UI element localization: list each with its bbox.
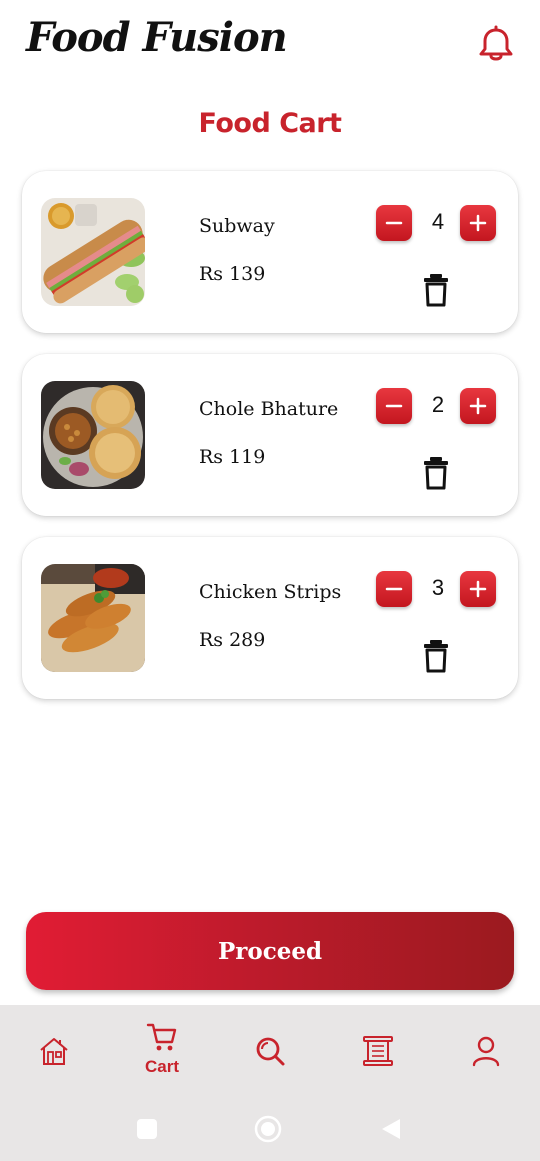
- profile-icon: [472, 1036, 500, 1067]
- nav-home[interactable]: [19, 1005, 89, 1100]
- item-name: Subway: [199, 215, 275, 237]
- item-name: Chole Bhature: [199, 398, 339, 420]
- item-name: Chicken Strips: [199, 581, 342, 603]
- item-quantity: 3: [431, 575, 445, 600]
- page-title: Food Cart: [198, 108, 342, 139]
- back-icon[interactable]: [380, 1117, 402, 1141]
- scroll-icon: [363, 1036, 393, 1066]
- search-icon: [256, 1037, 285, 1066]
- decrease-quantity-button[interactable]: [376, 571, 412, 607]
- nav-cart[interactable]: Cart: [127, 1005, 197, 1100]
- item-price: Rs 289: [199, 629, 266, 651]
- nav-profile[interactable]: [451, 1005, 521, 1100]
- increase-quantity-button[interactable]: [460, 205, 496, 241]
- increase-quantity-button[interactable]: [460, 571, 496, 607]
- trash-icon[interactable]: [422, 456, 450, 490]
- home-circle-icon[interactable]: [254, 1115, 282, 1143]
- cart-item-card: Subway Rs 139 4: [22, 171, 518, 333]
- cart-icon: [146, 1023, 177, 1051]
- app-title: Food Fusion: [26, 14, 288, 61]
- app-header: Food Fusion: [0, 0, 540, 90]
- trash-icon[interactable]: [422, 273, 450, 307]
- bell-icon[interactable]: [476, 24, 516, 64]
- recents-icon[interactable]: [136, 1118, 158, 1140]
- decrease-quantity-button[interactable]: [376, 205, 412, 241]
- system-navigation-bar: [0, 1100, 540, 1161]
- subway-sandwich-image: [41, 198, 145, 306]
- decrease-quantity-button[interactable]: [376, 388, 412, 424]
- nav-cart-label: Cart: [144, 1057, 179, 1076]
- nav-search[interactable]: [235, 1005, 305, 1100]
- trash-icon[interactable]: [422, 639, 450, 673]
- item-price: Rs 139: [199, 263, 266, 285]
- item-quantity: 4: [431, 209, 445, 234]
- proceed-button[interactable]: Proceed: [26, 912, 514, 990]
- item-quantity: 2: [431, 392, 445, 417]
- cart-item-card: Chicken Strips Rs 289 3: [22, 537, 518, 699]
- proceed-button-label: Proceed: [217, 937, 323, 965]
- item-price: Rs 119: [199, 446, 266, 468]
- bottom-navigation: Cart: [0, 1005, 540, 1100]
- home-icon: [40, 1038, 68, 1065]
- chole-bhature-image: [41, 381, 145, 489]
- cart-item-card: Chole Bhature Rs 119 2: [22, 354, 518, 516]
- increase-quantity-button[interactable]: [460, 388, 496, 424]
- chicken-strips-image: [41, 564, 145, 672]
- nav-scroll[interactable]: [343, 1005, 413, 1100]
